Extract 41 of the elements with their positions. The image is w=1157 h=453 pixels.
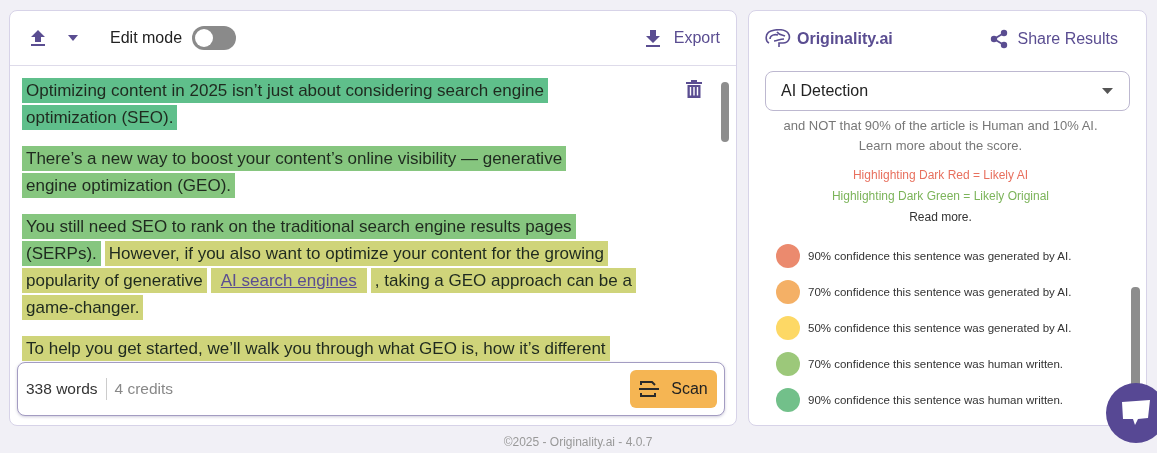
highlighted-text: engine optimization (GEO). <box>22 173 236 198</box>
highlighted-text: popularity of generative <box>22 268 207 293</box>
edit-mode-toggle[interactable] <box>192 26 237 50</box>
link[interactable]: AI search engines <box>210 268 367 293</box>
highlighted-text: optimization (SEO). <box>22 105 178 130</box>
score-note: and NOT that 90% of the article is Human and 10% AI. <box>782 117 1099 135</box>
highlighted-text: Optimizing content in 2025 isn’t just about considering search engine <box>22 78 548 103</box>
scan-icon <box>639 380 660 398</box>
trash-icon[interactable] <box>686 80 702 98</box>
legend-label: 70% confidence this sentence was human written. <box>808 358 1064 370</box>
copyright-text: ©2025 - Originality.ai - 4.0.7 <box>502 435 654 449</box>
chat-icon <box>1121 400 1151 426</box>
legend-label: 70% confidence this sentence was generated by AI. <box>808 286 1072 298</box>
credit-count: 4 credits <box>114 380 174 398</box>
highlighted-text: To help you get started, we’ll walk you through what GEO is, how it’s different <box>22 336 610 361</box>
chat-button[interactable] <box>1106 383 1157 443</box>
score-note: Highlighting Dark Green = Likely Original <box>830 188 1051 205</box>
highlighted-text: You still need SEO to rank on the traditional search engine results pages <box>22 214 576 239</box>
share-icon <box>989 29 1008 49</box>
scan-button[interactable]: Scan <box>630 370 717 408</box>
detection-dropdown[interactable]: AI Detection <box>765 71 1130 111</box>
highlighted-text: game-changer. <box>22 295 144 320</box>
legend-label: 90% confidence this sentence was human written. <box>808 394 1064 406</box>
score-note: Highlighting Dark Red = Likely AI <box>851 167 1030 184</box>
brand-logo[interactable]: Originality.ai <box>765 29 893 49</box>
edit-mode-label: Edit mode <box>110 29 183 47</box>
share-button[interactable]: Share Results <box>989 29 1118 49</box>
highlighted-text: There’s a new way to boost your content’s online visibility — generative <box>22 146 567 171</box>
upload-icon[interactable] <box>28 27 48 49</box>
highlighted-text: (SERPs). <box>22 241 101 266</box>
highlighted-text: However, if you also want to optimize your content for the growing <box>104 241 608 266</box>
highlighted-text: , taking a GEO approach can be a <box>370 268 636 293</box>
export-button[interactable]: Export <box>643 27 722 49</box>
legend-label: 90% confidence this sentence was generated by AI. <box>808 250 1072 262</box>
caret-icon[interactable] <box>66 33 80 43</box>
caret-icon <box>1102 88 1113 94</box>
word-count: 338 words <box>26 380 98 398</box>
download-icon <box>645 29 660 47</box>
score-note: Read more. <box>908 209 973 226</box>
legend-label: 50% confidence this sentence was generated by AI. <box>808 322 1072 334</box>
score-note: Learn more about the score. <box>857 137 1024 155</box>
